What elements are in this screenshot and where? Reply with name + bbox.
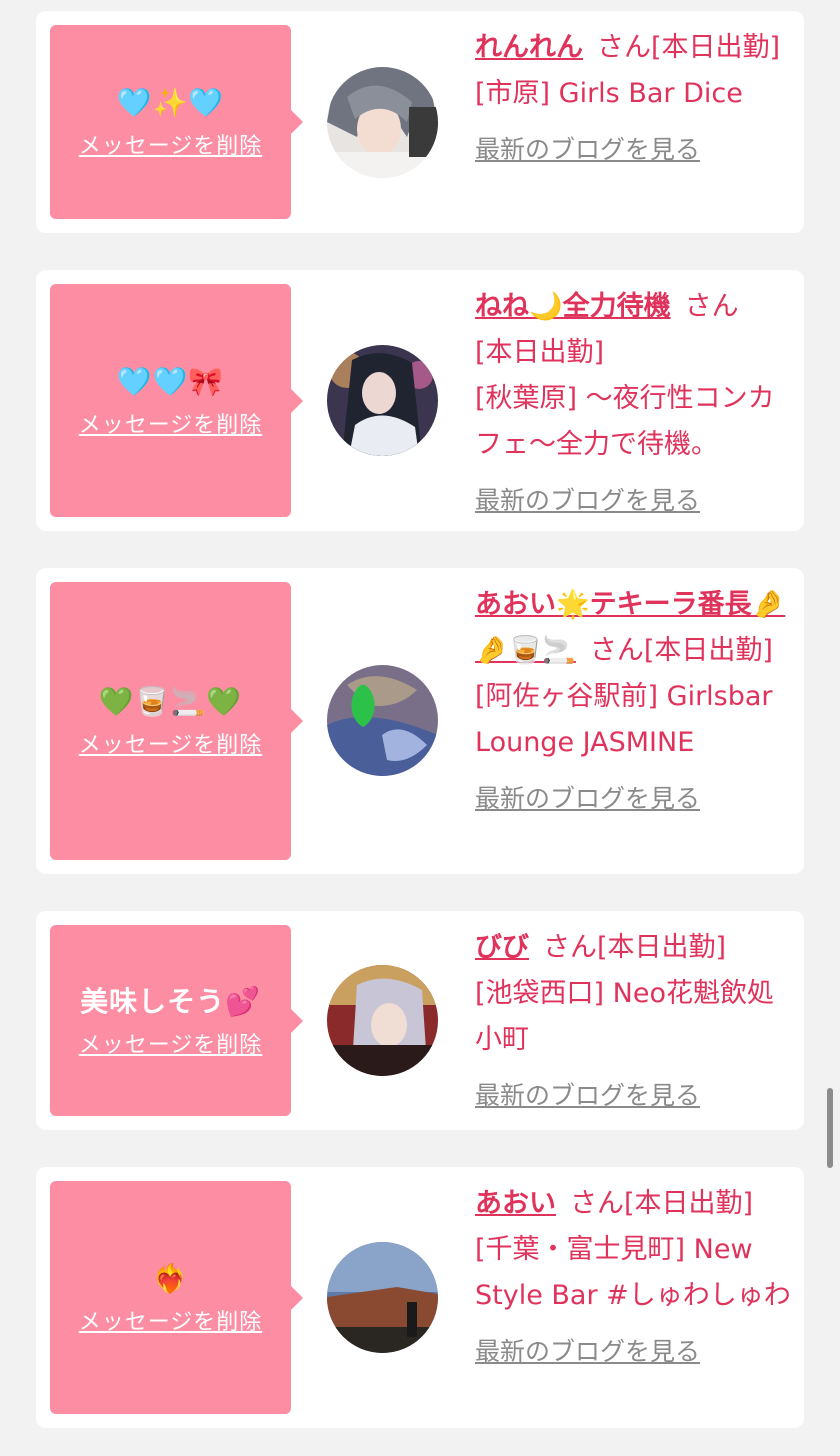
attendance-status: [本日出勤] (643, 635, 773, 666)
avatar[interactable] (327, 345, 438, 456)
latest-blog-link[interactable]: 最新のブログを見る (475, 1329, 700, 1375)
cast-info: あおい🌟テキーラ番長🤌🤌🥃🚬 さん[本日出勤] [阿佐ヶ谷駅前] Girlsbar… (475, 582, 795, 822)
attendance-status: [本日出勤] (475, 337, 605, 368)
cast-name-link[interactable]: ねね🌙全力待機 (475, 291, 671, 322)
avatar[interactable] (327, 1242, 438, 1353)
message-text: 🩵✨🩵 (116, 86, 225, 119)
attendance-status: [本日出勤] (597, 932, 727, 963)
cast-name-link[interactable]: びび (475, 932, 529, 963)
shop-label: [秋葉原] 〜夜行性コンカフェ〜全力で待機。 (475, 383, 775, 460)
shop-label: [阿佐ヶ谷駅前] Girlsbar Lounge JASMINE (475, 681, 773, 758)
shop-label: [市原] Girls Bar Dice (475, 78, 743, 109)
message-text: 🩵🩵🎀 (116, 364, 225, 398)
message-card: 💚🥃🚬💚 メッセージを削除 あおい🌟テキーラ番長🤌🤌🥃🚬 さん[本日出勤] [阿佐… (36, 568, 804, 874)
honorific: さん (589, 635, 644, 666)
cast-name-link[interactable]: れんれん (475, 32, 583, 63)
message-bubble: ❤️‍🔥 メッセージを削除 (50, 1181, 303, 1414)
cast-info: あおい さん[本日出勤] [千葉・富士見町] New Style Bar #しゅわ… (475, 1181, 795, 1375)
honorific: さん (543, 932, 597, 963)
message-bubble: 🩵🩵🎀 メッセージを削除 (50, 284, 303, 517)
attendance-status: [本日出勤] (624, 1188, 754, 1219)
message-card: 🩵✨🩵 メッセージを削除 れんれん さん[本日出勤] [市原] Girls Bar… (36, 11, 804, 233)
honorific: さん (684, 291, 739, 322)
cast-info: ねね🌙全力待機 さん [本日出勤] [秋葉原] 〜夜行性コンカフェ〜全力で待機。 … (475, 284, 795, 524)
delete-message-link[interactable]: メッセージを削除 (79, 727, 263, 759)
avatar[interactable] (327, 965, 438, 1076)
message-card: 美味しそう💕 メッセージを削除 びび さん[本日出勤] [池袋西口] Neo花魁飲… (36, 911, 804, 1130)
latest-blog-link[interactable]: 最新のブログを見る (475, 478, 700, 524)
message-text: 美味しそう💕 (80, 984, 261, 1018)
latest-blog-link[interactable]: 最新のブログを見る (475, 1073, 700, 1119)
honorific: さん (570, 1188, 624, 1219)
cast-name-link[interactable]: あおい (475, 1188, 556, 1219)
message-bubble: 🩵✨🩵 メッセージを削除 (50, 25, 303, 219)
avatar[interactable] (327, 665, 438, 776)
message-text: ❤️‍🔥 (152, 1261, 189, 1295)
honorific: さん (597, 32, 651, 63)
delete-message-link[interactable]: メッセージを削除 (79, 128, 263, 160)
shop-label: [千葉・富士見町] New Style Bar #しゅわしゅわ (475, 1234, 791, 1311)
cast-info: びび さん[本日出勤] [池袋西口] Neo花魁飲処 小町 最新のブログを見る (475, 925, 795, 1119)
attendance-status: [本日出勤] (651, 32, 781, 63)
message-bubble: 💚🥃🚬💚 メッセージを削除 (50, 582, 303, 860)
latest-blog-link[interactable]: 最新のブログを見る (475, 127, 700, 173)
delete-message-link[interactable]: メッセージを削除 (79, 1304, 263, 1336)
message-card: ❤️‍🔥 メッセージを削除 あおい さん[本日出勤] [千葉・富士見町] New … (36, 1167, 804, 1428)
message-card: 🩵🩵🎀 メッセージを削除 ねね🌙全力待機 さん [本日出勤] [秋葉原] 〜夜行性… (36, 270, 804, 531)
latest-blog-link[interactable]: 最新のブログを見る (475, 776, 700, 822)
avatar[interactable] (327, 67, 438, 178)
scrollbar[interactable] (827, 1088, 833, 1168)
message-text: 💚🥃🚬💚 (98, 685, 243, 718)
delete-message-link[interactable]: メッセージを削除 (79, 1027, 263, 1059)
cast-info: れんれん さん[本日出勤] [市原] Girls Bar Dice 最新のブログを… (475, 25, 795, 173)
delete-message-link[interactable]: メッセージを削除 (79, 407, 263, 439)
message-bubble: 美味しそう💕 メッセージを削除 (50, 925, 303, 1116)
shop-label: [池袋西口] Neo花魁飲処 小町 (475, 978, 774, 1055)
